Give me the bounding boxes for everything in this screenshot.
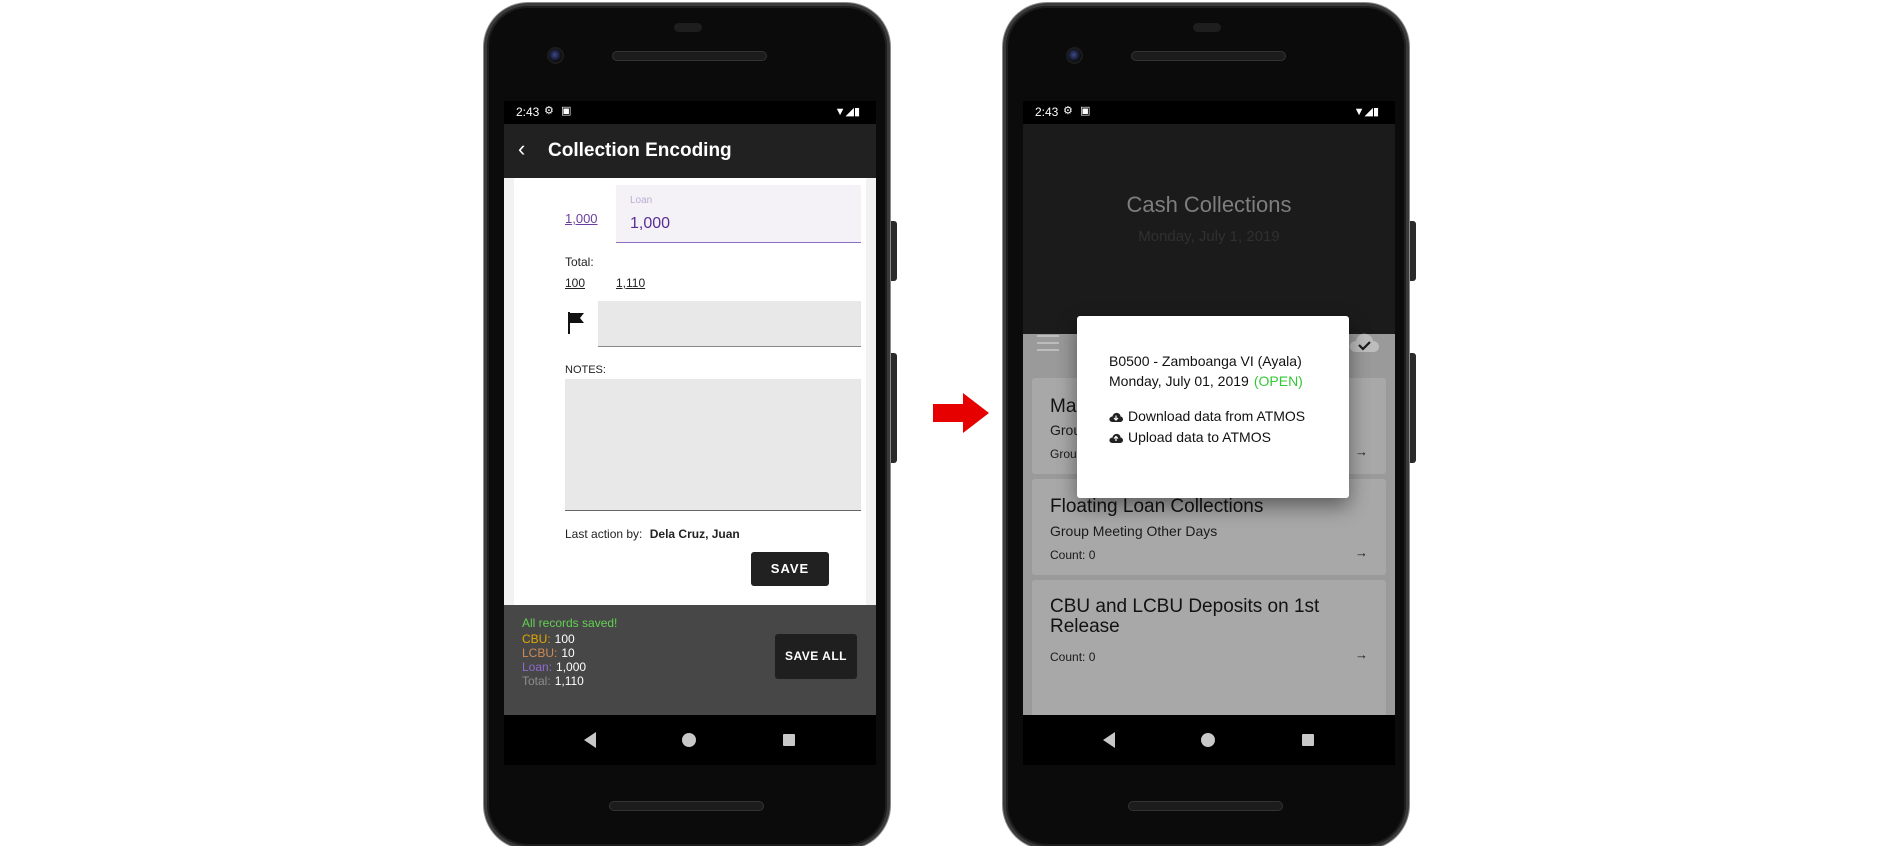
screen: 2:43 ⚙ ▣ ▼◢▮ ‹ Collection Encoding 1,000… (504, 101, 876, 715)
bottom-speaker (1128, 801, 1283, 811)
summary-value: 1,000 (556, 660, 587, 674)
card-title: CBU and LCBU Deposits on 1st Release (1050, 596, 1320, 637)
upload-option[interactable]: Upload data to ATMOS (1109, 429, 1271, 445)
cloud-download-icon (1109, 413, 1123, 423)
signal-battery-icon: ▼◢▮ (834, 106, 860, 118)
arrow-right-icon: → (1355, 444, 1368, 459)
loan-input[interactable]: Loan 1,000 (616, 185, 861, 243)
earpiece-notch (674, 23, 702, 32)
card-count: Grou (1050, 447, 1077, 461)
saved-status: All records saved! (522, 616, 618, 630)
notes-textarea[interactable] (565, 379, 861, 511)
last-action-label: Last action by: (565, 527, 643, 541)
status-badge: (OPEN) (1253, 373, 1303, 389)
arrow-right-icon: → (1355, 545, 1368, 560)
summary-row-lcbu: LCBU: 10 (522, 646, 575, 660)
dialog-date: Monday, July 01, 2019 (1109, 373, 1249, 389)
nav-bar (1023, 715, 1395, 765)
status-time: 2:43 (1035, 105, 1059, 119)
total-value-a: 100 (565, 276, 586, 290)
back-arrow-icon[interactable]: ‹ (518, 138, 525, 160)
notification-icon: ▣ (561, 105, 572, 117)
summary-value: 100 (554, 632, 575, 646)
card-title: Floating Loan Collections (1050, 496, 1264, 517)
download-option-label: Download data from ATMOS (1128, 408, 1306, 424)
cloud-upload-icon (1109, 434, 1123, 444)
nav-bar (504, 715, 876, 765)
flag-icon (568, 312, 584, 334)
status-time: 2:43 (516, 105, 540, 119)
card-count: Count: 0 (1050, 548, 1096, 562)
signal-battery-icon: ▼◢▮ (1353, 106, 1379, 118)
summary-value: 1,110 (554, 674, 584, 688)
last-action: Last action by: Dela Cruz, Juan (565, 527, 740, 541)
app-bar: ‹ Collection Encoding (504, 124, 876, 178)
status-bar: 2:43 ⚙ ▣ ▼◢▮ (504, 101, 876, 124)
total-label: Total: (565, 255, 594, 269)
right-phone: 2:43 ⚙ ▣ ▼◢▮ Cash Collections Monday, Ju… (1003, 3, 1416, 846)
branch-dialog: B0500 - Zamboanga VI (Ayala) Monday, Jul… (1077, 316, 1349, 498)
save-button[interactable]: SAVE (751, 552, 829, 586)
screen: 2:43 ⚙ ▣ ▼◢▮ Cash Collections Monday, Ju… (1023, 101, 1395, 715)
summary-key: LCBU: (522, 646, 558, 660)
summary-row-total: Total: 1,110 (522, 674, 584, 688)
dialog-date-line: Monday, July 01, 2019 (OPEN) (1109, 373, 1303, 389)
form-card: 1,000 Loan 1,000 Total: 100 1,110 NOTES: (514, 178, 866, 605)
summary-key: Total: (522, 674, 551, 688)
camera-icon (547, 47, 564, 64)
left-phone: 2:43 ⚙ ▣ ▼◢▮ ‹ Collection Encoding 1,000… (484, 3, 897, 846)
summary-key: Loan: (522, 660, 553, 674)
transition-arrow-icon (933, 393, 989, 433)
header-title: Cash Collections (1126, 192, 1292, 217)
notification-icon: ▣ (1080, 105, 1091, 117)
nav-recents-icon[interactable] (1302, 734, 1314, 746)
hamburger-menu-icon[interactable] (1037, 335, 1059, 351)
loan-amount-link[interactable]: 1,000 (565, 211, 598, 226)
card-count: Count: 0 (1050, 650, 1096, 664)
arrow-right-icon: → (1355, 647, 1368, 662)
last-action-user: Dela Cruz, Juan (649, 527, 740, 541)
total-value-b: 1,110 (616, 276, 646, 290)
power-button (1410, 221, 1416, 281)
nav-home-icon[interactable] (1201, 733, 1215, 747)
loan-input-value: 1,000 (630, 215, 671, 232)
form-content: 1,000 Loan 1,000 Total: 100 1,110 NOTES: (504, 178, 876, 605)
summary-key: CBU: (522, 632, 551, 646)
nav-home-icon[interactable] (682, 733, 696, 747)
collection-card[interactable]: CBU and LCBU Deposits on 1st Release Cou… (1032, 580, 1386, 715)
card-subtitle: Group Meeting Other Days (1050, 523, 1218, 539)
earpiece-notch (1193, 23, 1221, 32)
upload-option-label: Upload data to ATMOS (1128, 429, 1271, 445)
loan-input-label: Loan (630, 195, 653, 206)
flag-input[interactable] (598, 301, 861, 347)
summary-value: 10 (561, 646, 575, 660)
volume-button (1410, 353, 1416, 463)
phone-frame: 2:43 ⚙ ▣ ▼◢▮ ‹ Collection Encoding 1,000… (484, 3, 890, 846)
save-all-button[interactable]: SAVE ALL (775, 634, 857, 679)
dialog-branch: B0500 - Zamboanga VI (Ayala) (1109, 353, 1302, 369)
settings-icon: ⚙ (544, 105, 554, 117)
top-speaker (1131, 51, 1286, 61)
phone-frame: 2:43 ⚙ ▣ ▼◢▮ Cash Collections Monday, Ju… (1003, 3, 1409, 846)
power-button (891, 221, 897, 281)
page-title: Collection Encoding (548, 140, 732, 161)
summary-row-loan: Loan: 1,000 (522, 660, 586, 674)
nav-back-icon[interactable] (584, 732, 596, 748)
nav-recents-icon[interactable] (783, 734, 795, 746)
volume-button (891, 353, 897, 463)
camera-icon (1066, 47, 1083, 64)
card-title: Ma (1050, 396, 1077, 417)
bottom-speaker (609, 801, 764, 811)
summary-row-cbu: CBU: 100 (522, 632, 575, 646)
settings-icon: ⚙ (1063, 105, 1073, 117)
status-bar: 2:43 ⚙ ▣ ▼◢▮ (1023, 101, 1395, 124)
download-option[interactable]: Download data from ATMOS (1109, 408, 1305, 424)
header-date: Monday, July 1, 2019 (1138, 228, 1280, 245)
summary-panel: All records saved! CBU: 100 LCBU: 10 Loan:… (504, 605, 876, 715)
nav-back-icon[interactable] (1103, 732, 1115, 748)
cloud-check-icon[interactable] (1348, 331, 1380, 353)
top-speaker (612, 51, 767, 61)
collections-header: Cash Collections Monday, July 1, 2019 (1023, 124, 1395, 334)
notes-label: NOTES: (565, 364, 606, 376)
